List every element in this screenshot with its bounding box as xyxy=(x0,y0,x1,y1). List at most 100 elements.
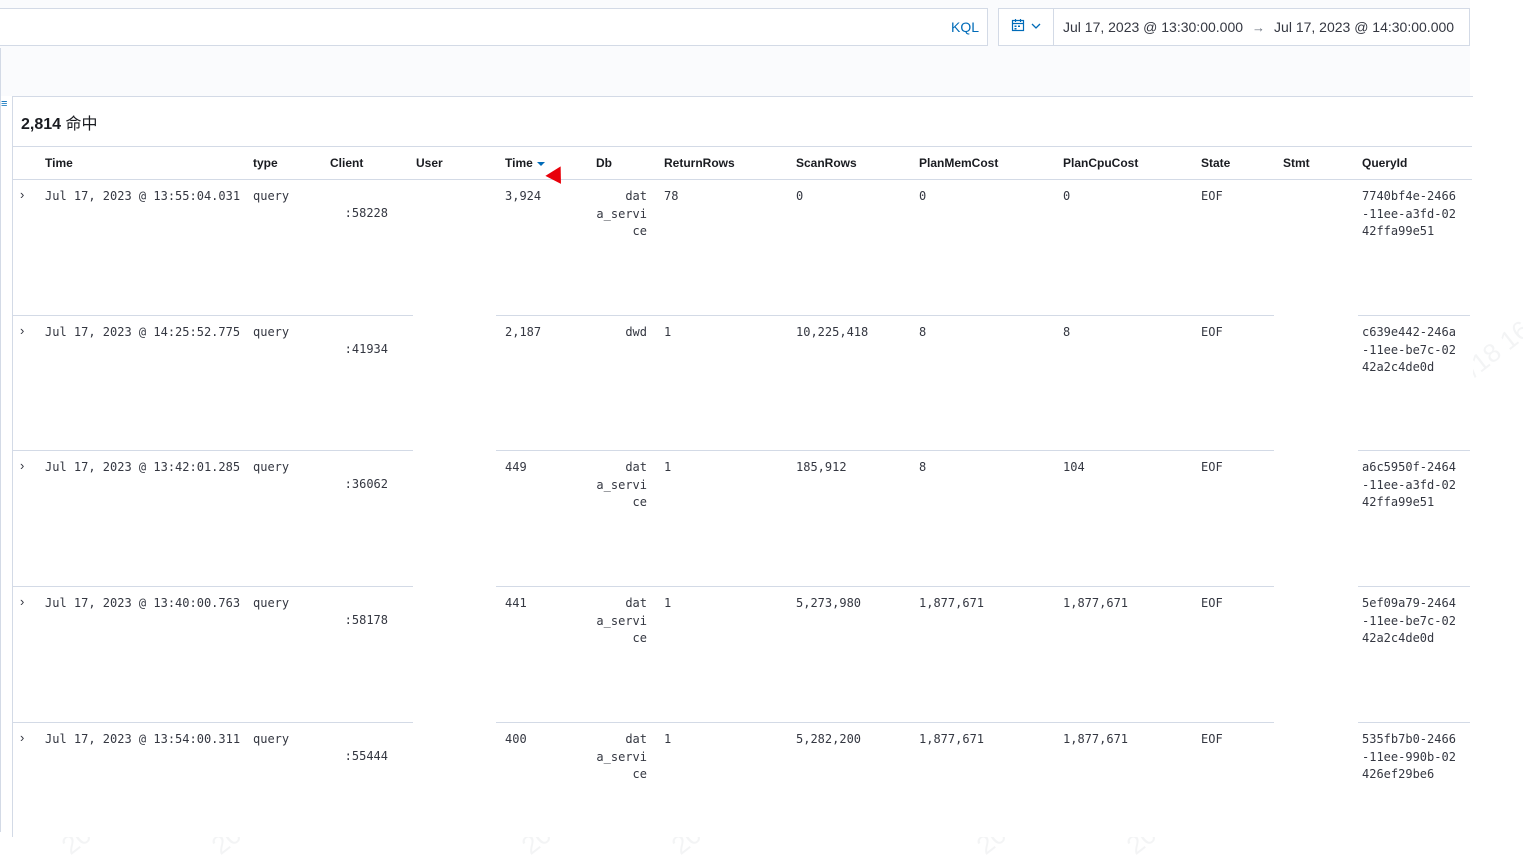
cell-planmemcost: 8 xyxy=(919,460,927,474)
cell-db: dat a_servi ce xyxy=(596,189,647,238)
row-divider xyxy=(1358,450,1470,451)
cell-plancpucost: 0 xyxy=(1063,189,1071,203)
cell-db: dwd xyxy=(625,325,647,339)
filter-band xyxy=(0,48,1470,96)
cell-duration: 449 xyxy=(505,460,527,474)
hit-count-value: 2,814 xyxy=(21,116,62,133)
cell-time: Jul 17, 2023 @ 14:25:52.775 xyxy=(45,325,241,339)
column-header-type[interactable]: type xyxy=(253,156,278,170)
chevron-right-icon[interactable]: › xyxy=(20,730,24,745)
cell-planmemcost: 8 xyxy=(919,325,927,339)
column-header-user[interactable]: User xyxy=(416,156,443,170)
column-header-db[interactable]: Db xyxy=(596,156,612,170)
column-header-scanrows[interactable]: ScanRows xyxy=(796,156,857,170)
cell-planmemcost: 0 xyxy=(919,189,927,203)
cell-time: Jul 17, 2023 @ 13:40:00.763 xyxy=(45,596,241,610)
cell-db: dat a_servi ce xyxy=(596,732,647,781)
column-header-time[interactable]: Time xyxy=(45,156,73,170)
column-header-plancpucost[interactable]: PlanCpuCost xyxy=(1063,156,1138,170)
hit-count: 2,814 命中 xyxy=(21,110,98,134)
cell-duration: 441 xyxy=(505,596,527,610)
cell-scanrows: 5,273,980 xyxy=(796,596,862,610)
table-header xyxy=(12,146,1472,180)
cell-client: :55444 xyxy=(344,749,388,763)
row-divider xyxy=(1358,315,1470,316)
row-divider xyxy=(496,722,1274,723)
cell-scanrows: 0 xyxy=(796,189,804,203)
column-header-state[interactable]: State xyxy=(1201,156,1230,170)
date-picker[interactable]: Jul 17, 2023 @ 13:30:00.000 → Jul 17, 20… xyxy=(998,8,1470,46)
cell-scanrows: 10,225,418 xyxy=(796,325,869,339)
chevron-right-icon[interactable]: › xyxy=(20,594,24,609)
cell-db: dat a_servi ce xyxy=(596,596,647,645)
cell-queryid: a6c5950f-2464 -11ee-a3fd-02 42ffa99e51 xyxy=(1362,460,1456,509)
cell-returnrows: 1 xyxy=(664,325,672,339)
cell-plancpucost: 8 xyxy=(1063,325,1071,339)
cell-type: query xyxy=(253,189,290,203)
cell-time: Jul 17, 2023 @ 13:42:01.285 xyxy=(45,460,241,474)
cell-returnrows: 1 xyxy=(664,596,672,610)
row-divider xyxy=(12,722,413,723)
row-divider xyxy=(12,315,413,316)
kql-toggle-button[interactable]: KQL xyxy=(951,19,979,35)
sort-down-icon[interactable] xyxy=(536,161,545,166)
cell-client: :58228 xyxy=(344,206,388,220)
cell-client: :36062 xyxy=(344,477,388,491)
query-input[interactable]: KQL xyxy=(0,8,988,46)
chevron-down-icon xyxy=(1031,18,1041,36)
cell-queryid: 7740bf4e-2466 -11ee-a3fd-02 42ffa99e51 xyxy=(1362,189,1456,238)
cell-db: dat a_servi ce xyxy=(596,460,647,509)
row-divider xyxy=(12,586,413,587)
cell-scanrows: 5,282,200 xyxy=(796,732,862,746)
chevron-right-icon[interactable]: › xyxy=(20,323,24,338)
cell-time: Jul 17, 2023 @ 13:55:04.031 xyxy=(45,189,241,203)
cell-duration: 400 xyxy=(505,732,527,746)
cell-state: EOF xyxy=(1201,732,1223,746)
cell-duration: 2,187 xyxy=(505,325,542,339)
cell-type: query xyxy=(253,460,290,474)
cell-type: query xyxy=(253,596,290,610)
cell-state: EOF xyxy=(1201,596,1223,610)
arrow-right-icon: → xyxy=(1252,19,1266,35)
start-date[interactable]: Jul 17, 2023 @ 13:30:00.000 xyxy=(1054,19,1243,35)
column-header-planmemcost[interactable]: PlanMemCost xyxy=(919,156,998,170)
cell-client: :58178 xyxy=(344,613,388,627)
cell-duration: 3,924 xyxy=(505,189,542,203)
cell-planmemcost: 1,877,671 xyxy=(919,732,985,746)
cell-time: Jul 17, 2023 @ 13:54:00.311 xyxy=(45,732,241,746)
cell-returnrows: 78 xyxy=(664,189,679,203)
row-divider xyxy=(496,450,1274,451)
end-date[interactable]: Jul 17, 2023 @ 14:30:00.000 xyxy=(1274,19,1454,35)
cell-client: :41934 xyxy=(344,342,388,356)
column-header-queryid[interactable]: QueryId xyxy=(1362,156,1407,170)
menu-icon[interactable]: ≡ xyxy=(1,99,7,110)
hit-count-label: 命中 xyxy=(65,116,98,133)
query-bar: KQL Jul 17, 2023 @ 13:30:00.000 → Jul 17… xyxy=(0,0,1470,49)
cell-queryid: 535fb7b0-2466 -11ee-990b-02 426ef29be6 xyxy=(1362,732,1456,781)
left-divider xyxy=(0,48,1,832)
cell-plancpucost: 104 xyxy=(1063,460,1085,474)
column-header-returnrows[interactable]: ReturnRows xyxy=(664,156,735,170)
row-divider xyxy=(12,450,413,451)
cell-state: EOF xyxy=(1201,189,1223,203)
cell-returnrows: 1 xyxy=(664,460,672,474)
row-divider xyxy=(496,315,1274,316)
cell-plancpucost: 1,877,671 xyxy=(1063,732,1129,746)
cell-queryid: 5ef09a79-2464 -11ee-be7c-02 42a2c4de0d xyxy=(1362,596,1456,645)
cell-queryid: c639e442-246a -11ee-be7c-02 42a2c4de0d xyxy=(1362,325,1456,374)
column-header-client[interactable]: Client xyxy=(330,156,363,170)
calendar-icon xyxy=(1011,18,1025,37)
cell-type: query xyxy=(253,732,290,746)
date-quick-menu-button[interactable] xyxy=(999,9,1054,45)
cell-type: query xyxy=(253,325,290,339)
cell-state: EOF xyxy=(1201,460,1223,474)
cell-plancpucost: 1,877,671 xyxy=(1063,596,1129,610)
column-header-stmt[interactable]: Stmt xyxy=(1283,156,1310,170)
cell-planmemcost: 1,877,671 xyxy=(919,596,985,610)
cell-returnrows: 1 xyxy=(664,732,672,746)
cell-scanrows: 185,912 xyxy=(796,460,847,474)
row-divider xyxy=(1358,586,1470,587)
column-header-duration[interactable]: Time xyxy=(505,156,545,170)
chevron-right-icon[interactable]: › xyxy=(20,187,24,202)
chevron-right-icon[interactable]: › xyxy=(20,458,24,473)
